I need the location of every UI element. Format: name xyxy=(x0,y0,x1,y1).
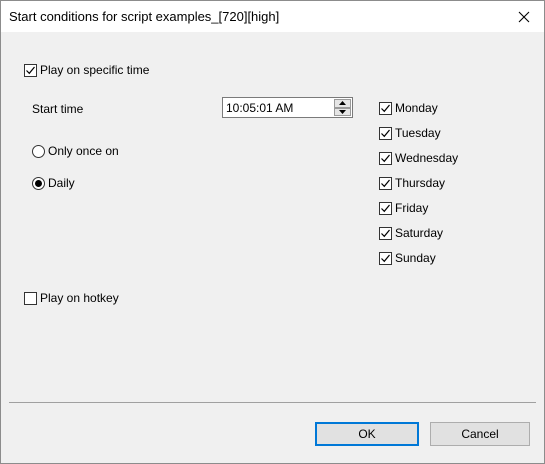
checkmark-icon xyxy=(381,129,390,137)
day-checkbox-sunday[interactable]: Sunday xyxy=(379,251,436,265)
checkbox-box[interactable] xyxy=(24,63,37,77)
checkbox-box[interactable] xyxy=(379,151,392,165)
radio-circle[interactable] xyxy=(32,176,45,190)
only-once-label: Only once on xyxy=(48,144,119,158)
cancel-button[interactable]: Cancel xyxy=(430,422,530,446)
start-time-field[interactable]: 10:05:01 AM xyxy=(222,97,353,118)
day-label: Thursday xyxy=(395,176,446,190)
checkbox-box[interactable] xyxy=(379,201,392,215)
day-label: Friday xyxy=(395,201,429,215)
only-once-radio[interactable]: Only once on xyxy=(32,144,119,158)
day-label: Saturday xyxy=(395,226,444,240)
play-on-time-checkbox[interactable]: Play on specific time xyxy=(24,63,149,77)
day-checkbox-saturday[interactable]: Saturday xyxy=(379,226,443,240)
time-spinner[interactable] xyxy=(334,99,351,116)
checkbox-box[interactable] xyxy=(379,251,392,265)
day-checkbox-thursday[interactable]: Thursday xyxy=(379,176,445,190)
arrow-up-icon xyxy=(339,101,346,106)
ok-button[interactable]: OK xyxy=(315,422,419,446)
day-label: Monday xyxy=(395,101,438,115)
dialog-window: Start conditions for script examples_[72… xyxy=(0,0,545,464)
spin-down-button[interactable] xyxy=(334,107,351,116)
daily-label: Daily xyxy=(48,176,75,190)
play-on-time-label: Play on specific time xyxy=(40,63,150,77)
start-time-label: Start time xyxy=(32,102,84,116)
play-on-hotkey-label: Play on hotkey xyxy=(40,291,119,305)
close-button[interactable] xyxy=(504,1,544,32)
checkmark-icon xyxy=(381,254,390,262)
day-checkbox-monday[interactable]: Monday xyxy=(379,101,438,115)
checkbox-box[interactable] xyxy=(379,101,392,115)
day-checkbox-friday[interactable]: Friday xyxy=(379,201,428,215)
radio-circle[interactable] xyxy=(32,144,45,158)
day-checkbox-tuesday[interactable]: Tuesday xyxy=(379,126,441,140)
checkmark-icon xyxy=(381,154,390,162)
day-label: Tuesday xyxy=(395,126,441,140)
checkbox-box[interactable] xyxy=(379,126,392,140)
play-on-hotkey-checkbox[interactable]: Play on hotkey xyxy=(24,291,119,305)
checkbox-box[interactable] xyxy=(379,226,392,240)
separator xyxy=(9,402,536,403)
ok-button-label: OK xyxy=(358,427,376,441)
daily-radio[interactable]: Daily xyxy=(32,176,75,190)
cancel-button-label: Cancel xyxy=(461,427,499,441)
checkmark-icon xyxy=(381,104,390,112)
checkmark-icon xyxy=(381,229,390,237)
spin-up-button[interactable] xyxy=(334,99,351,108)
close-icon xyxy=(518,11,530,22)
checkmark-icon xyxy=(381,179,390,187)
checkmark-icon xyxy=(26,66,35,74)
day-label: Wednesday xyxy=(395,151,459,165)
day-checkbox-wednesday[interactable]: Wednesday xyxy=(379,151,458,165)
checkmark-icon xyxy=(381,204,390,212)
day-label: Sunday xyxy=(395,251,436,265)
start-time-value[interactable]: 10:05:01 AM xyxy=(226,101,293,115)
checkbox-box[interactable] xyxy=(24,291,37,305)
radio-selected-dot xyxy=(35,179,42,187)
arrow-down-icon xyxy=(339,109,346,114)
title-bar: Start conditions for script examples_[72… xyxy=(1,1,544,32)
window-title: Start conditions for script examples_[72… xyxy=(9,9,280,24)
checkbox-box[interactable] xyxy=(379,176,392,190)
